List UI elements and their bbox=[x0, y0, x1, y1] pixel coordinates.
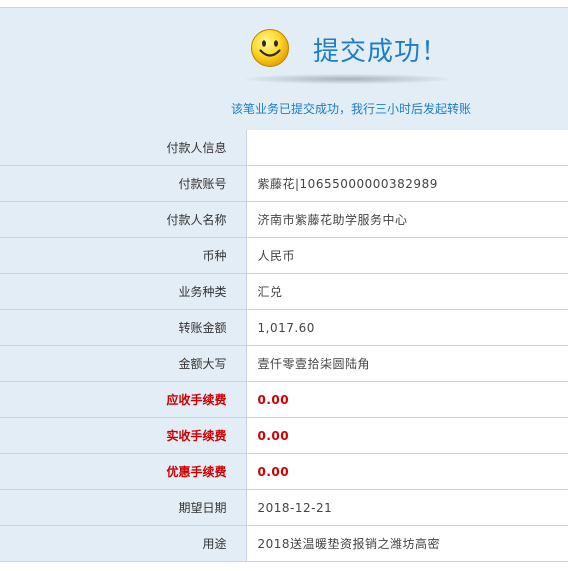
row-value: 0.00 bbox=[246, 381, 568, 418]
row-label: 应收手续费 bbox=[0, 381, 247, 418]
row-label: 币种 bbox=[0, 237, 247, 274]
table-row-payer-account: 付款账号 紫藤花|10655000000382989 bbox=[0, 165, 568, 202]
table-row-payer-name: 付款人名称 济南市紫藤花助学服务中心 bbox=[0, 201, 568, 238]
row-value: 济南市紫藤花助学服务中心 bbox=[246, 201, 568, 238]
table-row-amount: 转账金额 1,017.60 bbox=[0, 309, 568, 346]
table-row-fee-receivable: 应收手续费 0.00 bbox=[0, 381, 568, 418]
row-value: 人民币 bbox=[246, 237, 568, 274]
row-label: 付款人名称 bbox=[0, 201, 247, 238]
table-row-fee-discount: 优惠手续费 0.00 bbox=[0, 453, 568, 490]
row-value: 0.00 bbox=[246, 417, 568, 454]
row-value bbox=[246, 130, 568, 166]
row-value: 2018送温暖垫资报销之潍坊高密 bbox=[246, 525, 568, 562]
table-row-business-type: 业务种类 汇兑 bbox=[0, 273, 568, 310]
row-value: 汇兑 bbox=[246, 273, 568, 310]
success-message: 该笔业务已提交成功，我行三小时后发起转账 bbox=[231, 102, 472, 116]
table-row-currency: 币种 人民币 bbox=[0, 237, 568, 274]
row-label: 期望日期 bbox=[0, 489, 247, 526]
row-label: 实收手续费 bbox=[0, 417, 247, 454]
transfer-result-page: 提交成功！ 该笔业务已提交成功，我行三小时后发起转账 付款人信息 付款账号 紫藤… bbox=[0, 0, 568, 571]
success-title: 提交成功！ bbox=[313, 37, 449, 67]
title-shadow bbox=[245, 74, 450, 84]
row-label: 金额大写 bbox=[0, 345, 247, 382]
table-row-amount-in-words: 金额大写 壹仟零壹拾柒圆陆角 bbox=[0, 345, 568, 382]
transfer-detail-table: 付款人信息 付款账号 紫藤花|10655000000382989 付款人名称 济… bbox=[0, 130, 568, 562]
table-row-fee-collected: 实收手续费 0.00 bbox=[0, 417, 568, 454]
row-label: 用途 bbox=[0, 525, 247, 562]
row-value: 壹仟零壹拾柒圆陆角 bbox=[246, 345, 568, 382]
success-header: 提交成功！ 该笔业务已提交成功，我行三小时后发起转账 bbox=[0, 8, 568, 131]
row-label: 业务种类 bbox=[0, 273, 247, 310]
row-value: 紫藤花|10655000000382989 bbox=[246, 165, 568, 202]
table-row-payer-info: 付款人信息 bbox=[0, 130, 568, 166]
row-label: 付款人信息 bbox=[0, 130, 247, 166]
row-label: 优惠手续费 bbox=[0, 453, 247, 490]
row-label: 付款账号 bbox=[0, 165, 247, 202]
table-row-purpose: 用途 2018送温暖垫资报销之潍坊高密 bbox=[0, 525, 568, 562]
row-value: 0.00 bbox=[246, 453, 568, 490]
row-label: 转账金额 bbox=[0, 309, 247, 346]
smiley-icon bbox=[251, 29, 289, 67]
table-row-expected-date: 期望日期 2018-12-21 bbox=[0, 489, 568, 526]
row-value: 2018-12-21 bbox=[246, 489, 568, 526]
row-value: 1,017.60 bbox=[246, 309, 568, 346]
